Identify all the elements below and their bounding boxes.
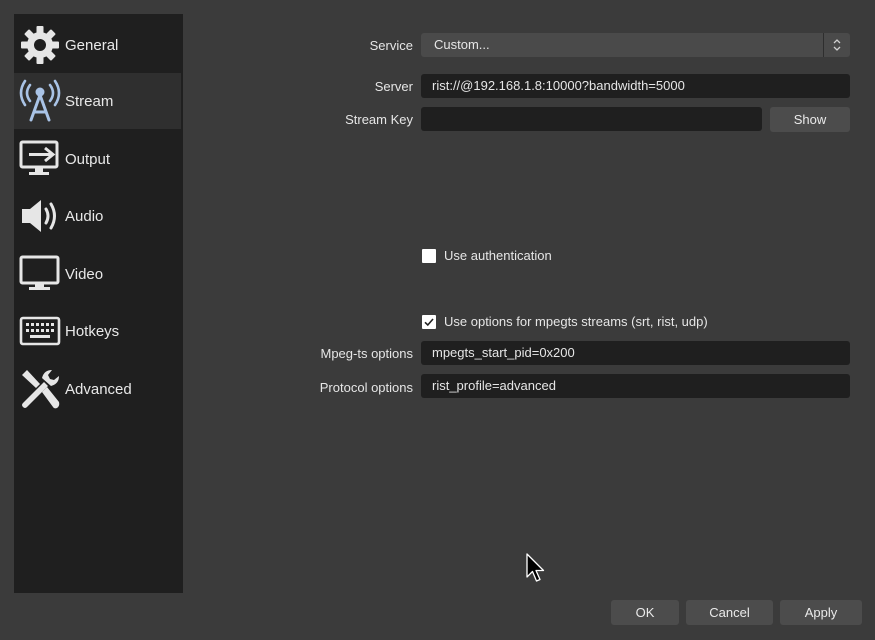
sidebar-item-label: Output [65,150,111,168]
sidebar-item-label: Video [65,265,104,283]
stream-key-label: Stream Key [345,112,413,127]
sidebar-item-advanced[interactable]: Advanced [14,361,181,417]
use-authentication-label: Use authentication [444,248,552,263]
mpegts-options-label: Mpeg-ts options [320,346,414,361]
checkbox-box[interactable] [422,314,436,329]
server-label: Server [374,79,413,94]
protocol-options-input[interactable]: rist_profile=advanced [421,374,850,398]
antenna-icon [17,78,63,124]
sidebar-item-audio[interactable]: Audio [14,188,181,244]
service-label: Service [369,38,413,53]
settings-window: General Stream Output Audio Video Hotkey… [0,0,875,640]
sidebar-item-stream[interactable]: Stream [14,73,181,129]
keyboard-icon [17,308,63,354]
sidebar-item-general[interactable]: General [14,17,181,73]
tools-icon [17,366,63,412]
mouse-pointer-icon [526,553,546,590]
sidebar-item-label: General [65,36,119,54]
sidebar-item-label: Advanced [65,380,132,398]
gear-icon [17,22,63,68]
ok-button[interactable]: OK [611,600,679,625]
monitor-icon [17,251,63,297]
cancel-button[interactable]: Cancel [686,600,773,625]
checkbox-box[interactable] [422,248,436,263]
checkmark-icon [424,317,434,326]
service-select[interactable]: Custom... [421,33,850,57]
server-input[interactable]: rist://@192.168.1.8:10000?bandwidth=5000 [421,74,850,98]
mpegts-options-checkbox[interactable]: Use options for mpegts streams (srt, ris… [422,314,708,329]
sidebar-item-output[interactable]: Output [14,131,181,187]
show-key-button[interactable]: Show [770,107,850,132]
protocol-options-label: Protocol options [319,380,413,395]
apply-button[interactable]: Apply [780,600,862,625]
settings-sidebar: General Stream Output Audio Video Hotkey… [14,14,183,593]
use-authentication-checkbox[interactable]: Use authentication [422,248,552,263]
stream-key-input[interactable] [421,107,762,131]
speaker-icon [17,193,63,239]
sidebar-item-hotkeys[interactable]: Hotkeys [14,303,181,359]
sidebar-item-label: Audio [65,207,104,225]
mpegts-options-input[interactable]: mpegts_start_pid=0x200 [421,341,850,365]
sidebar-item-label: Hotkeys [65,322,120,340]
service-value: Custom... [434,37,490,52]
mpegts-options-check-label: Use options for mpegts streams (srt, ris… [444,314,708,329]
sidebar-item-label: Stream [65,92,114,110]
sidebar-item-video[interactable]: Video [14,246,181,302]
output-monitor-icon [17,136,63,182]
chevron-updown-icon [823,33,850,57]
